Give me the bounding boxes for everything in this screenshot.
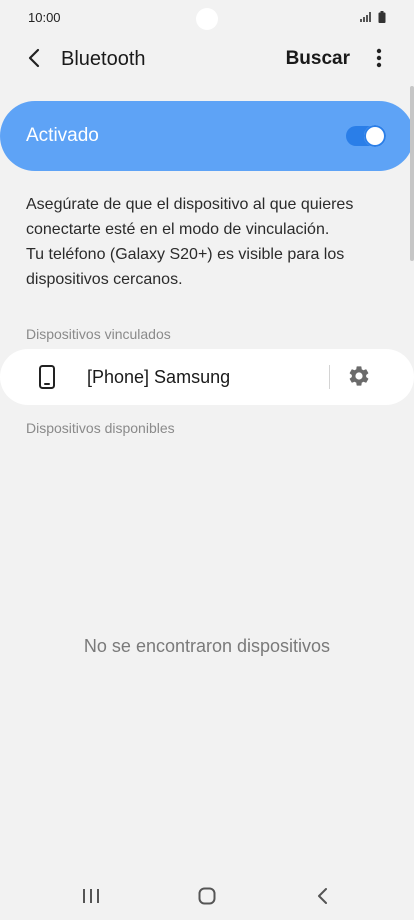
nav-back-button[interactable] bbox=[303, 884, 343, 912]
signal-icon bbox=[360, 12, 372, 22]
description-line-2: Tu teléfono (Galaxy S20+) es visible par… bbox=[26, 246, 345, 288]
available-devices-header: Dispositivos disponibles bbox=[26, 420, 175, 436]
paired-devices-header: Dispositivos vinculados bbox=[26, 326, 171, 342]
nav-back-icon bbox=[317, 887, 329, 910]
no-devices-message: No se encontraron dispositivos bbox=[83, 636, 331, 656]
camera-cutout bbox=[196, 8, 218, 30]
status-icons bbox=[360, 11, 386, 23]
bluetooth-toggle[interactable] bbox=[346, 125, 386, 147]
back-icon bbox=[27, 48, 41, 73]
status-time: 10:00 bbox=[28, 10, 61, 25]
battery-icon bbox=[378, 11, 386, 23]
status-bar: 10:00 bbox=[0, 0, 414, 36]
bluetooth-master-switch-row[interactable]: Activado bbox=[0, 101, 414, 171]
device-divider bbox=[329, 365, 330, 389]
recents-icon bbox=[82, 888, 100, 909]
more-options-button[interactable] bbox=[368, 48, 390, 72]
page-title: Bluetooth bbox=[61, 48, 146, 70]
search-button[interactable]: Buscar bbox=[286, 48, 350, 70]
gear-icon bbox=[347, 364, 371, 393]
description-line-1: Asegúrate de que el dispositivo al que q… bbox=[26, 196, 354, 238]
phone-icon bbox=[38, 365, 56, 394]
paired-device-row[interactable]: [Phone] Samsung bbox=[0, 349, 414, 405]
toggle-thumb bbox=[364, 125, 386, 147]
navigation-bar bbox=[0, 864, 414, 920]
visibility-description: Asegúrate de que el dispositivo al que q… bbox=[26, 192, 386, 292]
master-switch-label: Activado bbox=[26, 125, 99, 146]
app-bar: Bluetooth Buscar bbox=[0, 36, 414, 84]
device-name: [Phone] Samsung bbox=[87, 367, 231, 387]
home-icon bbox=[198, 887, 216, 910]
scrollbar[interactable] bbox=[410, 86, 414, 261]
home-button[interactable] bbox=[187, 884, 227, 912]
recents-button[interactable] bbox=[71, 884, 111, 912]
device-settings-button[interactable] bbox=[346, 365, 372, 391]
more-vert-icon bbox=[376, 48, 382, 73]
back-button[interactable] bbox=[20, 46, 48, 74]
